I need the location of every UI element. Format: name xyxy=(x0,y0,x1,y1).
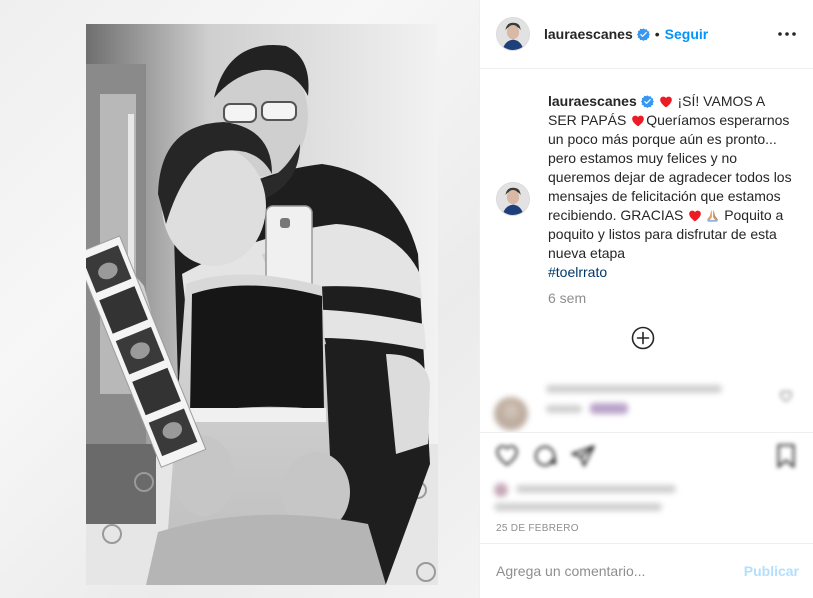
comment-bubble-icon[interactable] xyxy=(532,443,558,469)
post-date: 25 DE FEBRERO xyxy=(496,523,579,534)
post-photo[interactable] xyxy=(86,24,438,585)
blurred-text-line xyxy=(546,405,582,413)
blurred-comment xyxy=(494,375,799,432)
author-avatar[interactable] xyxy=(496,17,530,51)
more-options-button[interactable] xyxy=(775,22,799,46)
caption-time-ago: 6 sem xyxy=(548,290,587,306)
post-header: lauraescanes • Seguir xyxy=(480,0,813,69)
blurred-text-line xyxy=(546,385,722,393)
post-sidebar: lauraescanes • Seguir lauraescanes ¡SÍ! … xyxy=(480,0,813,598)
separator-dot: • xyxy=(654,26,660,42)
red-heart-emoji-icon xyxy=(689,210,702,222)
caption-hashtag[interactable]: #toelrrato xyxy=(548,264,607,280)
post-media-panel xyxy=(0,0,480,598)
blurred-emoji xyxy=(590,403,628,414)
blurred-likes-summary xyxy=(494,479,684,515)
folded-hands-emoji-icon xyxy=(707,209,719,222)
commenter-avatar xyxy=(494,397,528,431)
caption-author-avatar[interactable] xyxy=(496,182,530,216)
author-avatar-image xyxy=(497,18,529,50)
more-horizontal-icon xyxy=(778,32,796,36)
follow-button[interactable]: Seguir xyxy=(665,26,709,42)
verified-badge-icon xyxy=(640,95,654,108)
publish-button[interactable]: Publicar xyxy=(744,563,799,579)
bookmark-icon[interactable] xyxy=(773,443,799,469)
post-caption: lauraescanes ¡SÍ! VAMOS A SER PAPÁS Quer… xyxy=(548,92,796,282)
caption-username[interactable]: lauraescanes xyxy=(548,93,637,109)
action-buttons xyxy=(494,443,596,469)
photo-illustration xyxy=(86,24,438,585)
heart-outline-icon[interactable] xyxy=(494,443,520,469)
plus-circle-icon xyxy=(631,326,655,350)
blurred-text-line xyxy=(516,485,676,493)
blurred-liker-avatar xyxy=(494,483,508,497)
red-heart-emoji-icon xyxy=(632,115,645,127)
comments-area[interactable]: lauraescanes ¡SÍ! VAMOS A SER PAPÁS Quer… xyxy=(480,70,813,432)
caption-avatar-image xyxy=(497,183,529,215)
comment-input[interactable] xyxy=(496,563,744,579)
blurred-text-line xyxy=(494,503,662,511)
load-more-comments-button[interactable] xyxy=(631,326,655,350)
post-actions: 25 DE FEBRERO xyxy=(480,432,813,542)
verified-badge-icon xyxy=(636,27,650,41)
instagram-post-modal: lauraescanes • Seguir lauraescanes ¡SÍ! … xyxy=(0,0,813,598)
share-plane-icon[interactable] xyxy=(570,443,596,469)
heart-outline-icon[interactable] xyxy=(779,389,793,403)
comment-form: Publicar xyxy=(480,543,813,598)
red-heart-emoji-icon xyxy=(659,96,672,108)
author-username[interactable]: lauraescanes xyxy=(544,26,633,42)
